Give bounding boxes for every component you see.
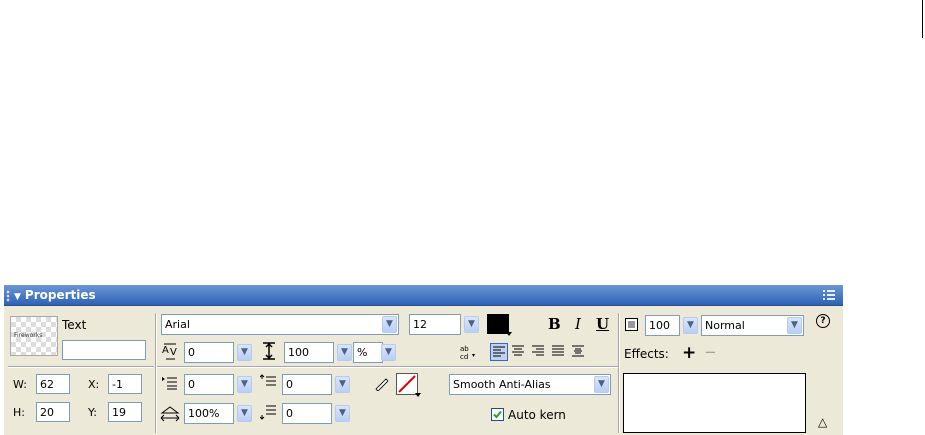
indent-value: 0 <box>188 378 195 391</box>
canvas-edge-line <box>922 0 923 38</box>
opacity-icon <box>624 317 640 336</box>
panel-title-text: Properties <box>24 288 96 302</box>
object-preview-thumbnail: Fireworks <box>10 316 58 356</box>
height-label: H: <box>13 406 25 419</box>
svg-text:ab: ab <box>460 345 469 353</box>
preview-label: Fireworks <box>14 332 43 339</box>
object-name-field[interactable] <box>62 340 146 360</box>
width-label: W: <box>13 378 27 391</box>
stroke-color-arrow-icon[interactable] <box>415 393 421 397</box>
leading-unit-select[interactable]: % <box>353 342 383 363</box>
x-field[interactable] <box>108 374 142 394</box>
space-after-dropdown-icon[interactable]: ▼ <box>335 405 350 422</box>
leading-unit-dropdown-icon[interactable]: ▼ <box>381 344 396 361</box>
leading-dropdown-icon[interactable]: ▼ <box>337 344 352 361</box>
font-family-value: Arial <box>165 318 190 331</box>
anti-alias-value: Smooth Anti-Alias <box>453 378 551 391</box>
align-right-icon[interactable] <box>530 343 548 361</box>
font-family-dropdown-icon[interactable]: ▼ <box>382 316 397 333</box>
space-before-field[interactable]: 0 <box>282 374 332 395</box>
anti-alias-dropdown-icon[interactable]: ▼ <box>594 376 609 393</box>
kerning-dropdown-icon[interactable]: ▼ <box>237 344 252 361</box>
text-orientation-icon[interactable]: ab cd <box>460 344 476 363</box>
auto-kern-checkbox[interactable] <box>491 408 504 421</box>
effects-label: Effects: <box>624 347 669 361</box>
paragraph-indent-icon <box>161 375 179 394</box>
section-divider <box>618 313 620 433</box>
space-after-value: 0 <box>286 407 293 420</box>
svg-text:A: A <box>162 345 169 356</box>
text-fill-color-swatch[interactable] <box>487 314 509 334</box>
effects-list[interactable] <box>623 373 806 433</box>
kerning-field[interactable]: 0 <box>184 342 234 363</box>
space-before-value: 0 <box>286 378 293 391</box>
space-before-dropdown-icon[interactable]: ▼ <box>335 376 350 393</box>
align-stretch-icon[interactable] <box>570 343 588 361</box>
properties-panel: ▼Properties Fireworks Text W: X: H: Y: A… <box>4 285 843 435</box>
opacity-value: 100 <box>649 319 670 332</box>
kerning-value: 0 <box>188 346 195 359</box>
auto-kern-label: Auto kern <box>508 408 566 422</box>
kerning-icon: AV <box>161 342 181 363</box>
underline-button[interactable]: U <box>596 315 609 333</box>
align-center-icon[interactable] <box>510 343 528 361</box>
horizontal-scale-icon <box>160 405 180 426</box>
anti-alias-select[interactable]: Smooth Anti-Alias <box>449 374 611 395</box>
opacity-field[interactable]: 100 <box>645 315 680 336</box>
leading-icon <box>261 341 277 364</box>
height-field[interactable] <box>36 402 70 422</box>
panel-title[interactable]: ▼ Properties <box>14 288 96 305</box>
y-label: Y: <box>88 406 97 419</box>
font-size-dropdown-icon[interactable]: ▼ <box>464 316 479 333</box>
fill-color-arrow-icon[interactable] <box>506 332 512 336</box>
remove-effect-icon[interactable]: − <box>704 343 717 361</box>
blend-mode-dropdown-icon[interactable]: ▼ <box>787 317 802 334</box>
panel-body: Fireworks Text W: X: H: Y: Arial ▼ 12 ▼ … <box>4 307 843 435</box>
width-field[interactable] <box>36 374 70 394</box>
add-effect-icon[interactable]: + <box>682 343 696 363</box>
horizontal-scale-field[interactable]: 100% <box>184 403 234 424</box>
y-field[interactable] <box>108 402 142 422</box>
drag-grip-icon[interactable] <box>6 290 10 302</box>
svg-text:cd: cd <box>460 353 468 360</box>
stroke-color-swatch[interactable] <box>396 373 418 395</box>
indent-dropdown-icon[interactable]: ▼ <box>237 376 252 393</box>
object-kind-label: Text <box>62 318 87 332</box>
font-family-select[interactable]: Arial <box>161 314 399 335</box>
panel-titlebar[interactable]: ▼ Properties <box>4 285 843 306</box>
italic-button[interactable]: I <box>575 315 581 333</box>
section-divider <box>155 313 157 433</box>
help-icon[interactable]: ? <box>816 314 830 328</box>
expand-panel-icon[interactable]: △ <box>818 415 827 429</box>
align-left-icon[interactable] <box>490 343 508 361</box>
panel-options-icon[interactable] <box>823 289 837 301</box>
opacity-dropdown-icon[interactable]: ▼ <box>683 317 698 334</box>
x-label: X: <box>88 378 100 391</box>
leading-unit-value: % <box>357 346 368 359</box>
bold-button[interactable]: B <box>548 315 561 333</box>
collapse-arrow-icon[interactable]: ▼ <box>14 292 21 302</box>
leading-value: 100 <box>288 346 309 359</box>
svg-text:V: V <box>170 347 177 358</box>
space-before-icon <box>259 374 278 393</box>
horizontal-scale-value: 100% <box>188 407 220 420</box>
align-justify-icon[interactable] <box>550 343 568 361</box>
section-divider <box>8 366 154 368</box>
pencil-stroke-icon <box>374 375 390 394</box>
space-after-field[interactable]: 0 <box>282 403 332 424</box>
font-size-value: 12 <box>413 318 427 331</box>
section-divider <box>157 366 618 368</box>
indent-field[interactable]: 0 <box>184 374 234 395</box>
leading-field[interactable]: 100 <box>284 342 334 363</box>
blend-mode-value: Normal <box>705 319 745 332</box>
font-size-field[interactable]: 12 <box>409 314 461 335</box>
space-after-icon <box>259 404 278 423</box>
horizontal-scale-dropdown-icon[interactable]: ▼ <box>237 405 252 422</box>
